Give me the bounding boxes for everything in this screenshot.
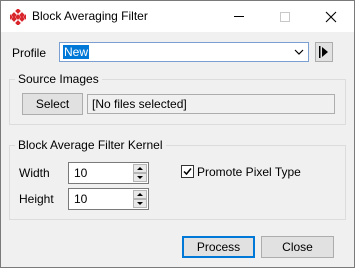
title-bar: Block Averaging Filter (1, 1, 354, 32)
profile-run-button[interactable] (315, 42, 333, 62)
checkmark-icon (183, 168, 192, 176)
maximize-button[interactable] (262, 1, 308, 32)
spin-down-icon (137, 202, 143, 205)
promote-pixel-type-checkbox[interactable] (181, 165, 194, 178)
width-increment-button[interactable] (133, 164, 147, 173)
height-label: Height (19, 192, 54, 206)
chevron-down-icon (294, 49, 304, 55)
maximize-icon (280, 11, 290, 22)
width-stepper[interactable]: 10 (68, 162, 149, 184)
close-button[interactable]: Close (261, 236, 334, 258)
height-increment-button[interactable] (133, 190, 147, 199)
width-decrement-button[interactable] (133, 173, 147, 182)
profile-select[interactable]: New (59, 42, 309, 62)
height-value: 10 (74, 192, 88, 206)
width-label: Width (19, 166, 50, 180)
kernel-group (9, 145, 346, 220)
spin-up-icon (137, 167, 143, 170)
spin-down-icon (137, 176, 143, 179)
close-window-button[interactable] (308, 1, 354, 32)
selected-files-display: [No files selected] (87, 94, 335, 114)
kernel-group-title: Block Average Filter Kernel (15, 138, 166, 152)
minimize-button[interactable] (216, 1, 262, 32)
height-stepper[interactable]: 10 (68, 188, 149, 210)
process-button[interactable]: Process (182, 236, 255, 258)
height-decrement-button[interactable] (133, 199, 147, 208)
block-filter-icon (10, 9, 26, 25)
spin-up-icon (137, 193, 143, 196)
dialog-window: Block Averaging Filter Profile New Sourc… (0, 0, 355, 268)
play-icon (319, 46, 328, 58)
profile-label: Profile (12, 46, 47, 60)
close-icon (325, 11, 337, 22)
promote-pixel-type-label[interactable]: Promote Pixel Type (197, 165, 301, 179)
width-value: 10 (74, 166, 88, 180)
minimize-icon (234, 16, 244, 17)
source-images-title: Source Images (15, 72, 102, 86)
window-title: Block Averaging Filter (32, 9, 148, 23)
select-files-button[interactable]: Select (22, 93, 83, 115)
profile-value: New (63, 45, 90, 59)
